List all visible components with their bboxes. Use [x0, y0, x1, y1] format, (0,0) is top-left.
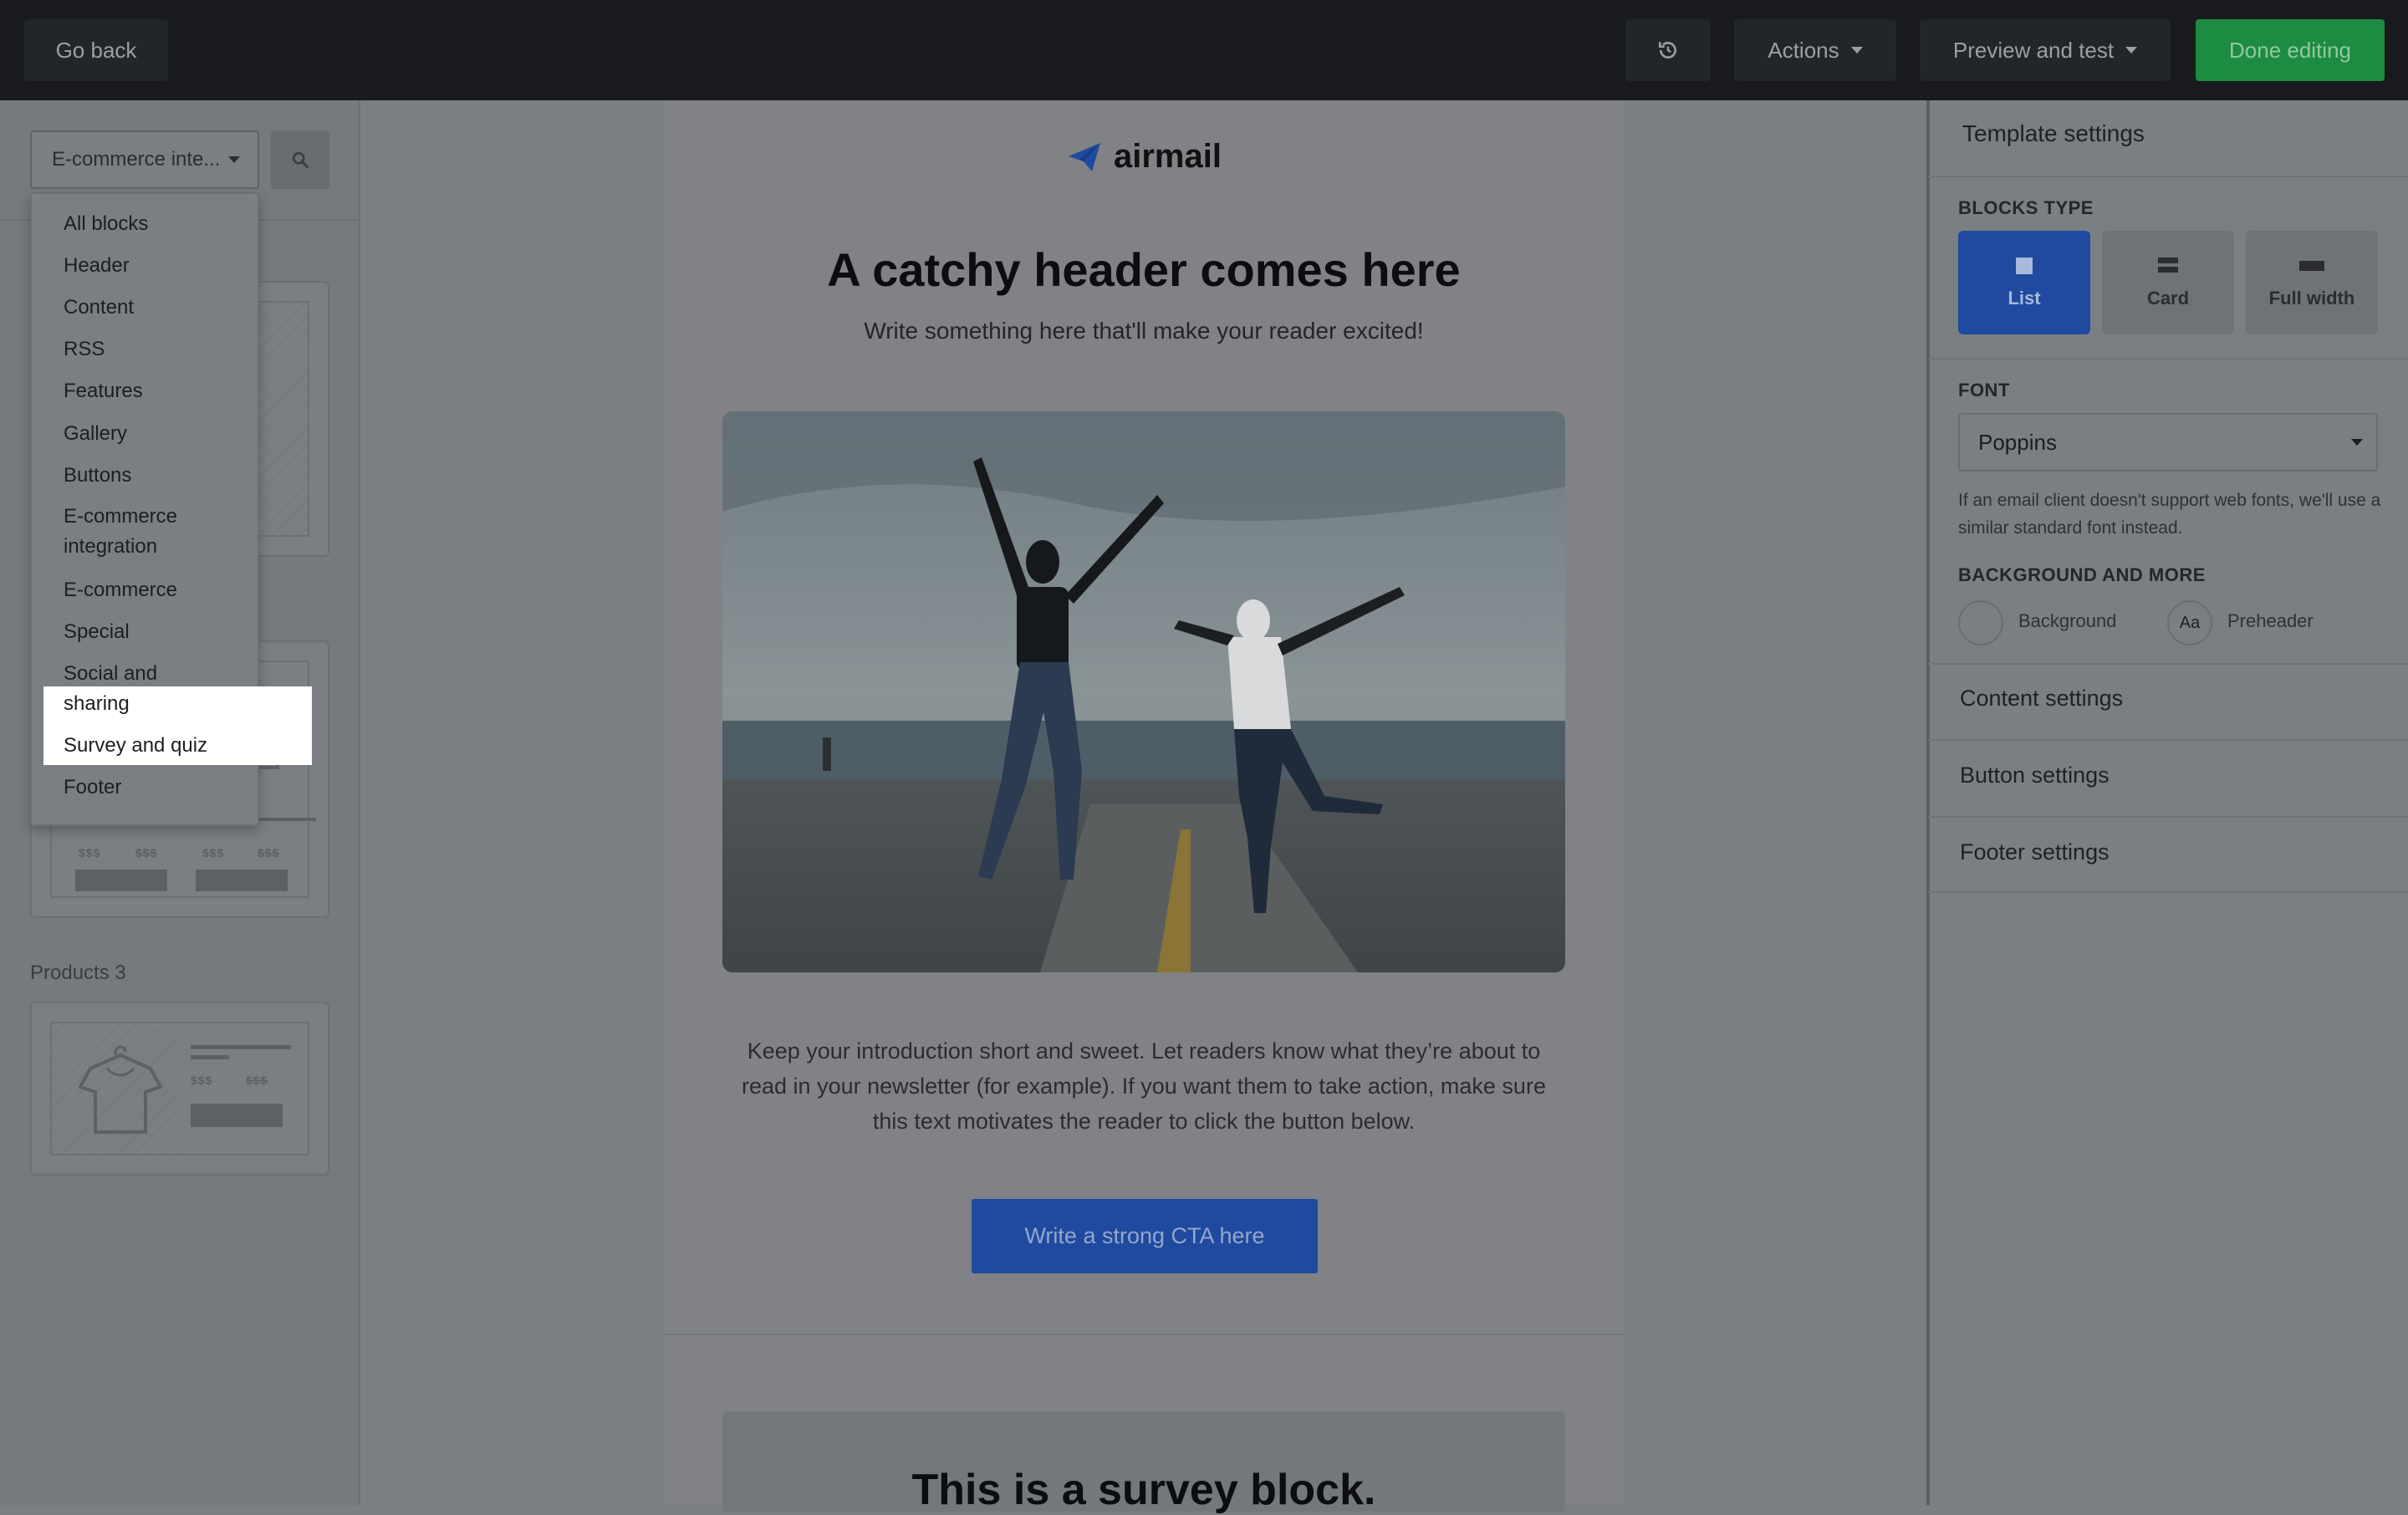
dropdown-item-rss[interactable]: RSS — [64, 334, 105, 365]
product-thumbnail: $$$ $$$ — [50, 1022, 309, 1155]
button-settings-section[interactable]: Button settings — [1960, 763, 2110, 788]
buy-button-placeholder — [75, 870, 167, 891]
buy-button-placeholder — [196, 870, 288, 891]
font-note: If an email client doesn't support web f… — [1958, 491, 2381, 538]
done-label: Done editing — [2229, 37, 2351, 63]
block-type-label: Card — [2146, 288, 2190, 309]
beach-photo — [722, 411, 1565, 972]
chevron-down-icon — [2125, 47, 2138, 54]
settings-divider — [1928, 816, 2408, 818]
dropdown-item-e-commerce-integration[interactable]: E-commerce integration — [64, 502, 206, 562]
footer-settings-section[interactable]: Footer settings — [1960, 839, 2110, 865]
cta-button[interactable]: Write a strong CTA here — [972, 1199, 1318, 1273]
dropdown-item-footer[interactable]: Footer — [64, 773, 121, 803]
settings-divider — [1928, 739, 2408, 741]
block-card-label: Products 3 — [30, 962, 126, 984]
card-layout-icon — [2158, 258, 2178, 273]
preview-and-test-button[interactable]: Preview and test — [1920, 19, 2171, 81]
background-and-more-label: BACKGROUND AND MORE — [1958, 564, 2206, 585]
list-layout-icon — [2016, 258, 2033, 274]
block-category-value: E-commerce inte... — [52, 148, 221, 171]
dropdown-item-e-commerce[interactable]: E-commerce — [64, 575, 177, 605]
title-line — [191, 1055, 229, 1059]
preheader-label[interactable]: Preheader — [2227, 610, 2314, 632]
settings-divider — [1928, 176, 2408, 177]
dropdown-item-features[interactable]: Features — [64, 376, 143, 406]
preheader-badge: Aa — [2179, 613, 2201, 632]
actions-button[interactable]: Actions — [1734, 19, 1896, 81]
actions-label: Actions — [1768, 37, 1839, 63]
block-type-label: Full width — [2268, 288, 2355, 309]
block-type-label: List — [2008, 288, 2041, 309]
block-card-products-3[interactable]: $$$ $$$ — [30, 1002, 329, 1176]
survey-header[interactable]: This is a survey block. — [722, 1465, 1565, 1515]
logo-text: airmail — [1114, 138, 1222, 175]
history-icon — [1658, 42, 1676, 59]
dropdown-item-all-blocks[interactable]: All blocks — [64, 209, 148, 239]
block-category-dropdown: All blocks Header Content RSS Features G… — [30, 192, 312, 826]
full-width-layout-icon — [2299, 261, 2324, 271]
search-icon — [292, 151, 309, 168]
old-price-placeholder: $$$ — [258, 846, 280, 860]
font-value: Poppins — [1978, 429, 2057, 455]
settings-divider — [1928, 663, 2408, 665]
blocks-type-label: BLOCKS TYPE — [1958, 197, 2094, 218]
email-subheader[interactable]: Write something here that'll make your r… — [663, 318, 1625, 344]
preheader-button[interactable]: Aa — [2167, 600, 2212, 645]
content-settings-section[interactable]: Content settings — [1960, 686, 2123, 712]
dropdown-item-buttons[interactable]: Buttons — [64, 461, 131, 491]
email-logo[interactable]: airmail — [1067, 138, 1222, 176]
done-editing-button[interactable]: Done editing — [2196, 19, 2385, 81]
email-header[interactable]: A catchy header comes here — [663, 242, 1625, 297]
background-color-swatch[interactable] — [1958, 600, 2003, 645]
chevron-down-icon — [1850, 47, 1863, 54]
settings-divider — [1928, 358, 2408, 360]
tshirt-icon — [78, 1045, 163, 1134]
settings-divider — [1928, 891, 2408, 893]
paper-plane-icon — [1069, 142, 1100, 171]
block-type-card-button[interactable]: Card — [2102, 231, 2234, 334]
dropdown-item-survey-and-quiz[interactable]: Survey and quiz — [64, 731, 207, 761]
hero-image[interactable] — [722, 411, 1565, 972]
go-back-button[interactable]: Go back — [24, 19, 168, 81]
go-back-label: Go back — [55, 37, 137, 63]
title-line — [191, 1045, 291, 1049]
old-price-placeholder: $$$ — [246, 1074, 268, 1087]
block-category-select[interactable]: E-commerce inte... — [30, 130, 259, 189]
block-type-full-width-button[interactable]: Full width — [2246, 231, 2378, 334]
dropdown-item-gallery[interactable]: Gallery — [64, 419, 127, 449]
price-placeholder: $$$ — [202, 846, 225, 860]
font-label: FONT — [1958, 380, 2010, 400]
dropdown-item-header[interactable]: Header — [64, 251, 130, 281]
search-button[interactable] — [271, 130, 329, 189]
buy-button-placeholder — [191, 1104, 283, 1127]
preview-label: Preview and test — [1952, 37, 2115, 63]
template-settings-header[interactable]: Template settings — [1962, 120, 2145, 147]
chevron-down-icon — [2351, 439, 2363, 446]
chevron-down-icon — [228, 156, 241, 163]
price-placeholder: $$$ — [191, 1074, 213, 1087]
font-select[interactable]: Poppins — [1958, 413, 2378, 472]
email-block-divider — [663, 1334, 1625, 1335]
price-placeholder: $$$ — [79, 846, 101, 860]
dropdown-item-special[interactable]: Special — [64, 617, 130, 647]
history-button[interactable] — [1625, 19, 1711, 81]
email-intro-text[interactable]: Keep your introduction short and sweet. … — [722, 1033, 1565, 1139]
dropdown-item-social-and-sharing[interactable]: Social and sharing — [64, 659, 189, 719]
background-label[interactable]: Background — [2018, 610, 2116, 632]
old-price-placeholder: $$$ — [135, 846, 158, 860]
dropdown-item-content[interactable]: Content — [64, 293, 134, 323]
block-type-list-button[interactable]: List — [1958, 231, 2090, 334]
